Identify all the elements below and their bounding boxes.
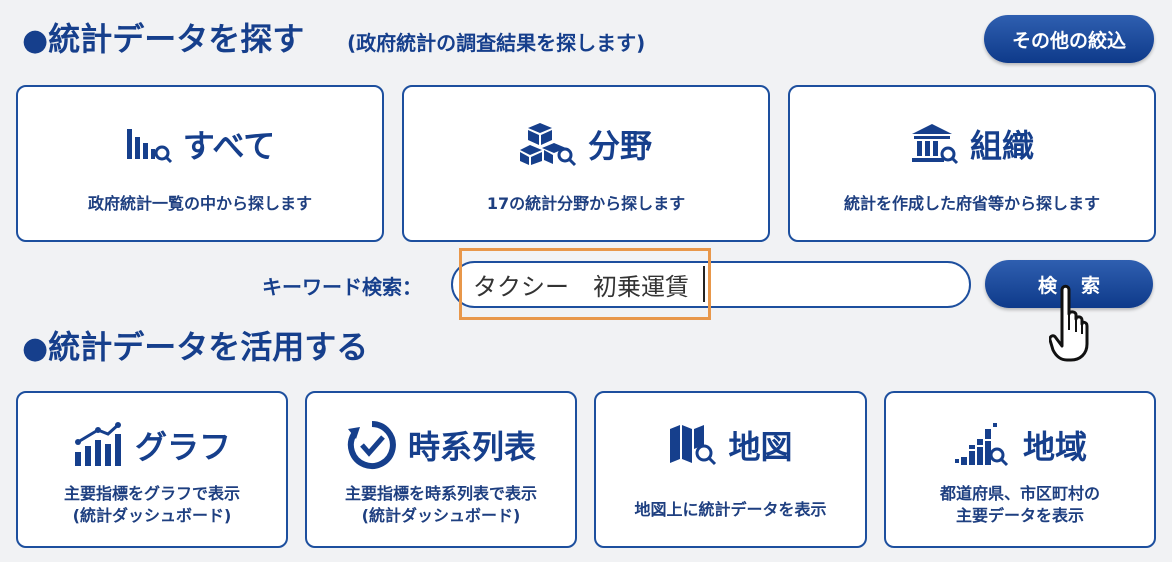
description-line-2: (統計ダッシュボード)	[72, 506, 232, 525]
map-search-icon	[668, 423, 718, 467]
category-card-field[interactable]: 分野 17の統計分野から探します	[402, 85, 770, 242]
bullet: ●	[22, 23, 49, 58]
category-description: 17の統計分野から探します	[486, 194, 686, 213]
use-card-title: 地図	[728, 428, 793, 466]
use-card-time-series[interactable]: 時系列表 主要指標を時系列表で表示 (統計ダッシュボード)	[305, 391, 577, 548]
use-card-region[interactable]: 地域 都道府県、市区町村の 主要データを表示	[884, 391, 1156, 548]
use-card-map[interactable]: 地図 地図上に統計データを表示	[594, 391, 867, 548]
description-line-1: 地図上に統計データを表示	[634, 500, 827, 519]
use-section-title-text: 統計データを活用する	[48, 328, 369, 366]
keyword-search-label: キーワード検索：	[262, 275, 422, 299]
graph-icon	[73, 422, 125, 468]
building-search-icon	[910, 122, 960, 166]
description-line-2: (統計ダッシュボード)	[361, 506, 521, 525]
use-card-title: 時系列表	[407, 428, 536, 466]
use-card-description: 主要指標をグラフで表示 (統計ダッシュボード)	[24, 483, 280, 527]
hand-pointer-icon	[1048, 284, 1089, 366]
category-card-organization[interactable]: 組織 統計を作成した府省等から探します	[788, 85, 1156, 242]
use-card-description: 地図上に統計データを表示	[602, 499, 859, 521]
description-line-1: 都道府県、市区町村の	[939, 484, 1100, 503]
use-section-title: ●統計データを活用する	[22, 322, 368, 368]
bar-chart-search-icon	[125, 123, 173, 165]
use-card-title: グラフ	[134, 428, 231, 466]
other-filter-button[interactable]: その他の絞込	[984, 15, 1154, 63]
description-line-1: 主要指標をグラフで表示	[63, 484, 240, 503]
category-description: 政府統計一覧の中から探します	[87, 194, 312, 213]
bullet: ●	[22, 331, 49, 366]
category-title: 組織	[969, 127, 1034, 165]
keyword-search-input[interactable]	[451, 261, 971, 308]
use-card-title: 地域	[1022, 428, 1087, 466]
description-line-2: 主要データを表示	[955, 506, 1084, 525]
use-card-graph[interactable]: グラフ 主要指標をグラフで表示 (統計ダッシュボード)	[16, 391, 288, 548]
text-caret	[703, 266, 705, 302]
clock-check-icon	[346, 419, 398, 471]
category-description: 統計を作成した府省等から探します	[843, 194, 1100, 213]
region-bars-search-icon	[953, 421, 1013, 469]
use-card-description: 都道府県、市区町村の 主要データを表示	[892, 483, 1148, 527]
search-section-subtitle: (政府統計の調査結果を探します)	[347, 31, 646, 55]
category-title: 分野	[587, 127, 652, 165]
search-section-title-text: 統計データを探す	[48, 20, 305, 58]
description-line-1: 主要指標を時系列表で表示	[344, 484, 537, 503]
search-section-title: ●統計データを探す	[22, 14, 304, 60]
category-card-all[interactable]: すべて 政府統計一覧の中から探します	[16, 85, 384, 242]
category-title: すべて	[182, 127, 276, 165]
cubes-search-icon	[519, 121, 578, 167]
use-card-description: 主要指標を時系列表で表示 (統計ダッシュボード)	[313, 483, 569, 527]
